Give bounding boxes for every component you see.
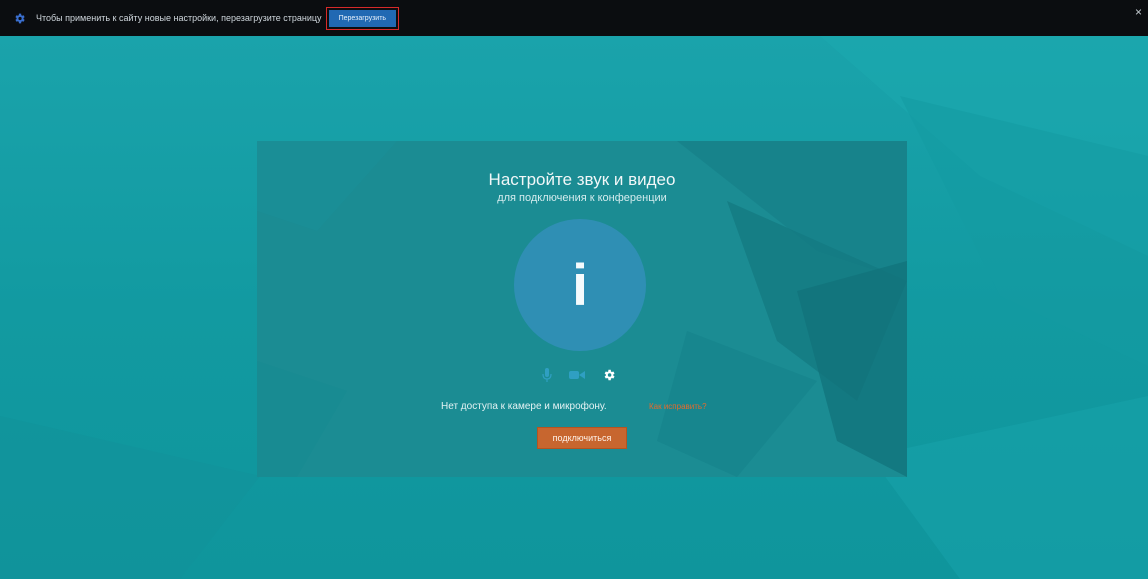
how-to-fix-link[interactable]: Как исправить?: [649, 402, 707, 411]
setup-title: Настройте звук и видео: [488, 170, 676, 189]
setup-subtitle: для подключения к конференции: [497, 192, 667, 204]
connect-button[interactable]: подключиться: [537, 427, 627, 449]
panel-content: Настройте звук и видео для подключения к…: [257, 141, 907, 477]
notification-message: Чтобы применить к сайту новые настройки,…: [36, 13, 322, 23]
settings-icon[interactable]: [601, 367, 617, 383]
conference-setup-panel: Настройте звук и видео для подключения к…: [257, 141, 907, 477]
gear-icon: [12, 11, 26, 25]
device-access-status: Нет доступа к камере и микрофону.: [441, 401, 607, 412]
camera-icon[interactable]: [569, 367, 585, 383]
media-controls: [537, 367, 627, 385]
reload-button-highlight: Перезагрузить: [325, 6, 400, 30]
microphone-icon[interactable]: [539, 367, 555, 383]
reload-button[interactable]: Перезагрузить: [328, 9, 397, 27]
avatar-letter: i: [571, 252, 589, 318]
close-icon[interactable]: ×: [1135, 6, 1142, 18]
notification-bar: Чтобы применить к сайту новые настройки,…: [0, 0, 1148, 36]
avatar: i: [514, 219, 646, 351]
